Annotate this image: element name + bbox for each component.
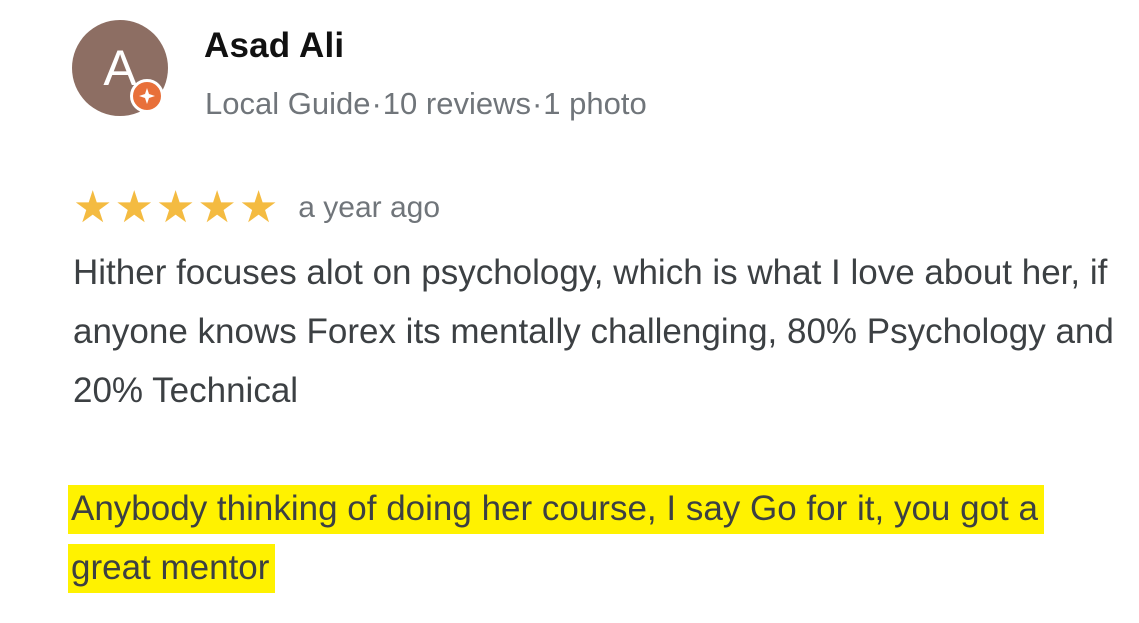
reviewer-meta: Local Guide·10 reviews·1 photo (205, 86, 647, 122)
star-icon: ★ (73, 182, 113, 233)
meta-separator: · (371, 86, 382, 121)
review-time: a year ago (298, 191, 441, 224)
local-guide-badge (130, 79, 164, 113)
reviewer-name[interactable]: Asad Ali (204, 26, 344, 66)
meta-separator: · (531, 86, 543, 121)
local-guide-star-icon (139, 88, 155, 104)
reviews-count: 10 reviews (382, 86, 531, 121)
star-rating: ★ ★ ★ ★ ★ (73, 186, 278, 230)
rating-row: ★ ★ ★ ★ ★ a year ago (73, 186, 440, 230)
review-paragraph: Hither focuses alot on psychology, which… (73, 253, 1114, 410)
review-paragraph-highlighted: Anybody thinking of doing her course, I … (68, 479, 1123, 597)
star-icon: ★ (238, 182, 279, 233)
photos-count: 1 photo (543, 86, 647, 121)
star-icon: ★ (197, 182, 237, 233)
star-icon: ★ (155, 182, 196, 233)
paragraph-spacer (73, 420, 1123, 479)
highlighted-text: Anybody thinking of doing her course, I … (68, 485, 1044, 593)
review-text: Hither focuses alot on psychology, which… (68, 243, 1123, 597)
local-guide-label: Local Guide (205, 86, 371, 121)
star-icon: ★ (114, 182, 154, 233)
